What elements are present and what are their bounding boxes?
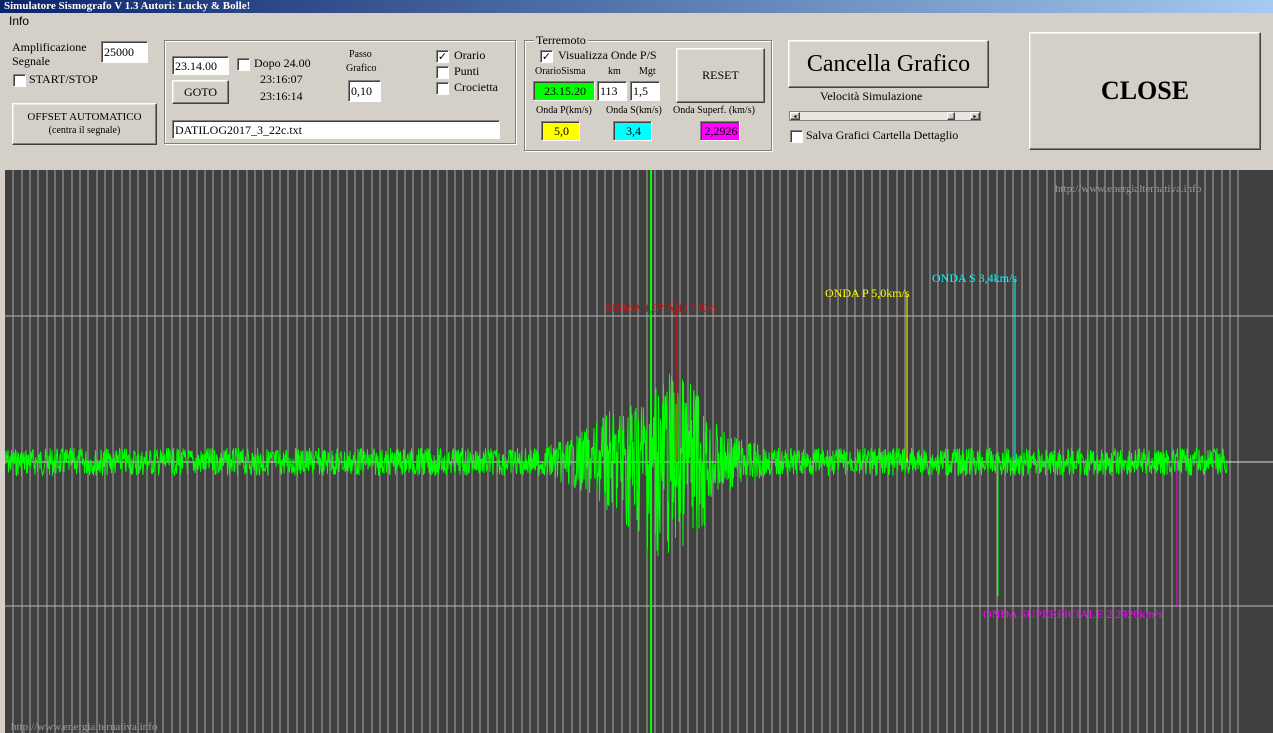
goto-button[interactable]: GOTO xyxy=(172,80,229,104)
punti-label: Punti xyxy=(454,64,480,78)
save-graphs-label: Salva Grafici Cartella Dettaglio xyxy=(806,128,959,142)
time-readout-1: 23:16:07 xyxy=(260,72,303,86)
quake-mag-header: Mgt xyxy=(639,66,656,77)
quake-time-header: OrarioSisma xyxy=(535,66,586,77)
step-label-line1: Passo xyxy=(349,49,372,60)
step-input[interactable]: 0,10 xyxy=(348,80,381,102)
speed-slider[interactable]: ◂ ▸ xyxy=(789,111,981,121)
after-midnight-checkbox[interactable] xyxy=(237,58,250,71)
amplification-label-line2: Segnale xyxy=(12,54,50,68)
seismograph-plot: SISMA 1,5° A 113 Km ONDA P 5,0km/s ONDA … xyxy=(5,170,1273,733)
s-wave-input[interactable]: 3,4 xyxy=(613,121,652,141)
offset-auto-button[interactable]: OFFSET AUTOMATICO (centra il segnale) xyxy=(12,103,157,145)
after-midnight-label: Dopo 24.00 xyxy=(254,56,311,70)
goto-time-input[interactable]: 23.14.00 xyxy=(172,56,229,75)
surface-wave-label: Onda Superf. (km/s) xyxy=(673,105,755,116)
window-title: Simulatore Sismografo V 1.3 Autori: Luck… xyxy=(4,0,251,12)
speed-label: Velocità Simulazione xyxy=(820,89,923,103)
quake-km-input[interactable]: 113 xyxy=(597,81,627,101)
amplification-input[interactable]: 25000 xyxy=(101,41,148,63)
slider-thumb[interactable] xyxy=(947,112,955,120)
offset-auto-line2: (centra il segnale) xyxy=(48,125,121,136)
slider-left-arrow-icon[interactable]: ◂ xyxy=(790,112,800,120)
offset-auto-line1: OFFSET AUTOMATICO xyxy=(27,111,142,123)
step-label-line2: Grafico xyxy=(346,63,377,74)
p-wave-label: Onda P(km/s) xyxy=(536,105,592,116)
quake-time-input[interactable]: 23.15.20 xyxy=(533,81,595,101)
time-readout-2: 23:16:14 xyxy=(260,89,303,103)
earthquake-group-title: Terremoto xyxy=(534,33,588,48)
show-waves-label: Visualizza Onde P/S xyxy=(558,48,657,62)
s-wave-label: Onda S(km/s) xyxy=(606,105,662,116)
sisma-marker-label: SISMA 1,5° A 113 Km xyxy=(605,301,716,315)
start-stop-checkbox[interactable] xyxy=(13,74,26,87)
amplification-label: Amplificazione Segnale xyxy=(12,40,87,68)
close-button[interactable]: CLOSE xyxy=(1029,32,1261,150)
p-wave-marker-label: ONDA P 5,0km/s xyxy=(825,286,910,300)
amplification-label-line1: Amplificazione xyxy=(12,40,87,54)
window-title-bar: Simulatore Sismografo V 1.3 Autori: Luck… xyxy=(0,0,1273,13)
data-file-input[interactable]: DATILOG2017_3_22c.txt xyxy=(172,120,500,139)
crocietta-label: Crocietta xyxy=(454,80,498,94)
p-wave-input[interactable]: 5,0 xyxy=(541,121,580,141)
crocietta-checkbox[interactable] xyxy=(436,82,449,95)
save-graphs-checkbox[interactable] xyxy=(790,130,803,143)
orario-label: Orario xyxy=(454,48,486,62)
surface-wave-marker-label: ONDA SUPERFICIALE 2,2926km/s xyxy=(983,607,1163,621)
watermark-bottom: http://www.energialternativa.info xyxy=(11,721,158,733)
watermark-top: http://www.energialternativa.info xyxy=(1055,183,1202,195)
surface-wave-input[interactable]: 2,2926 xyxy=(700,121,740,141)
show-waves-checkbox[interactable]: ✓ xyxy=(540,50,553,63)
clear-graph-button[interactable]: Cancella Grafico xyxy=(788,40,989,88)
seismograph-canvas: SISMA 1,5° A 113 Km ONDA P 5,0km/s ONDA … xyxy=(5,170,1273,733)
s-wave-marker-label: ONDA S 3,4km/s xyxy=(932,271,1017,285)
quake-mag-input[interactable]: 1,5 xyxy=(630,81,660,101)
quake-km-header: km xyxy=(608,66,621,77)
start-stop-label: START/STOP xyxy=(29,72,98,86)
slider-right-arrow-icon[interactable]: ▸ xyxy=(970,112,980,120)
orario-checkbox[interactable]: ✓ xyxy=(436,50,449,63)
punti-checkbox[interactable] xyxy=(436,66,449,79)
menu-bar: Info xyxy=(0,13,1273,30)
reset-button[interactable]: RESET xyxy=(676,48,765,103)
menu-info[interactable]: Info xyxy=(9,14,29,28)
